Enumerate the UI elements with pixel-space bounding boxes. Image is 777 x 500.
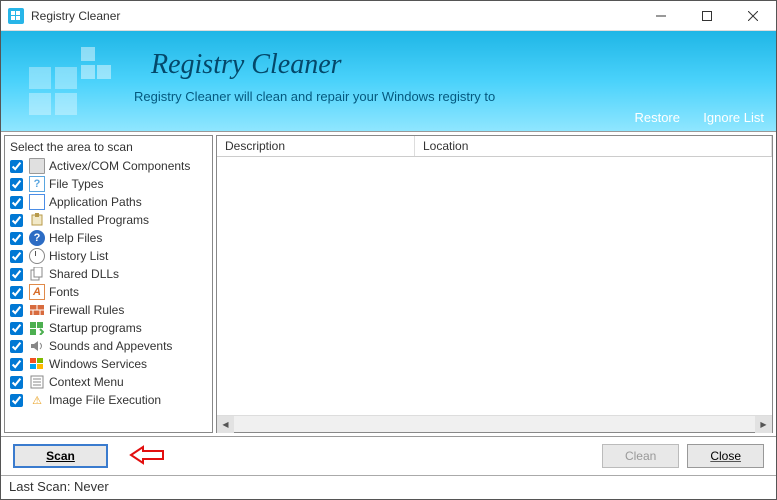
- scan-item-apppaths[interactable]: Application Paths: [5, 193, 212, 211]
- scan-item-label: Windows Services: [49, 357, 147, 371]
- scan-item-checkbox[interactable]: [10, 268, 23, 281]
- scan-button[interactable]: Scan: [13, 444, 108, 468]
- scan-item-label: Image File Execution: [49, 393, 161, 407]
- scan-item-context[interactable]: Context Menu: [5, 373, 212, 391]
- annotation-arrow-icon: [129, 444, 165, 469]
- scan-item-checkbox[interactable]: [10, 376, 23, 389]
- scan-item-checkbox[interactable]: [10, 160, 23, 173]
- restore-link[interactable]: Restore: [634, 110, 680, 125]
- scan-item-fonts[interactable]: A Fonts: [5, 283, 212, 301]
- close-button-footer[interactable]: Close: [687, 444, 764, 468]
- clean-button: Clean: [602, 444, 679, 468]
- scan-item-imagefile[interactable]: ⚠ Image File Execution: [5, 391, 212, 409]
- scan-item-checkbox[interactable]: [10, 232, 23, 245]
- content-area: Select the area to scan Activex/COM Comp…: [1, 131, 776, 437]
- minimize-button[interactable]: [638, 1, 684, 31]
- context-menu-icon: [29, 374, 45, 390]
- fonts-icon: A: [29, 284, 45, 300]
- scan-item-history[interactable]: History List: [5, 247, 212, 265]
- scan-item-checkbox[interactable]: [10, 214, 23, 227]
- sounds-icon: [29, 338, 45, 354]
- startup-icon: [29, 320, 45, 336]
- shared-dlls-icon: [29, 266, 45, 282]
- maximize-button[interactable]: [684, 1, 730, 31]
- scan-item-winservices[interactable]: Windows Services: [5, 355, 212, 373]
- scan-item-label: Sounds and Appevents: [49, 339, 172, 353]
- scan-item-installed[interactable]: Installed Programs: [5, 211, 212, 229]
- app-icon: [8, 8, 24, 24]
- history-icon: [29, 248, 45, 264]
- scan-item-label: Fonts: [49, 285, 79, 299]
- scroll-right-icon[interactable]: ▶: [755, 416, 772, 433]
- scan-item-startup[interactable]: Startup programs: [5, 319, 212, 337]
- scan-item-checkbox[interactable]: [10, 358, 23, 371]
- horizontal-scrollbar[interactable]: ◀ ▶: [217, 415, 772, 432]
- window-title: Registry Cleaner: [31, 9, 120, 23]
- scan-area-panel: Select the area to scan Activex/COM Comp…: [4, 135, 213, 433]
- application-paths-icon: [29, 194, 45, 210]
- scan-area-header: Select the area to scan: [5, 136, 212, 157]
- scan-item-checkbox[interactable]: [10, 340, 23, 353]
- banner: Registry Cleaner Registry Cleaner will c…: [1, 31, 776, 131]
- scan-item-checkbox[interactable]: [10, 250, 23, 263]
- warning-icon: ⚠: [29, 392, 45, 408]
- banner-subtitle: Registry Cleaner will clean and repair y…: [134, 89, 495, 104]
- results-list: [217, 157, 772, 415]
- file-types-icon: ?: [29, 176, 45, 192]
- banner-title: Registry Cleaner: [151, 49, 342, 81]
- installed-programs-icon: [29, 212, 45, 228]
- ignore-list-link[interactable]: Ignore List: [703, 110, 764, 125]
- scan-item-checkbox[interactable]: [10, 178, 23, 191]
- results-panel: Description Location ◀ ▶: [216, 135, 773, 433]
- scan-item-label: Context Menu: [49, 375, 124, 389]
- firewall-icon: [29, 302, 45, 318]
- scan-item-label: History List: [49, 249, 108, 263]
- titlebar: Registry Cleaner: [1, 1, 776, 31]
- scan-item-shared[interactable]: Shared DLLs: [5, 265, 212, 283]
- results-header: Description Location: [217, 136, 772, 157]
- scan-item-checkbox[interactable]: [10, 394, 23, 407]
- activex-icon: [29, 158, 45, 174]
- status-bar: Last Scan: Never: [1, 475, 776, 498]
- scan-item-checkbox[interactable]: [10, 286, 23, 299]
- footer: Scan Clean Close: [1, 437, 776, 475]
- scan-item-label: Startup programs: [49, 321, 142, 335]
- close-button[interactable]: [730, 1, 776, 31]
- scan-item-label: Activex/COM Components: [49, 159, 190, 173]
- scan-item-label: Shared DLLs: [49, 267, 119, 281]
- column-location[interactable]: Location: [415, 136, 772, 156]
- column-description[interactable]: Description: [217, 136, 415, 156]
- scroll-left-icon[interactable]: ◀: [217, 416, 234, 433]
- windows-services-icon: [29, 356, 45, 372]
- scan-item-firewall[interactable]: Firewall Rules: [5, 301, 212, 319]
- scan-item-help[interactable]: ? Help Files: [5, 229, 212, 247]
- scan-item-label: Application Paths: [49, 195, 142, 209]
- scan-item-label: Firewall Rules: [49, 303, 124, 317]
- scan-item-checkbox[interactable]: [10, 304, 23, 317]
- scan-item-label: File Types: [49, 177, 103, 191]
- scan-item-sounds[interactable]: Sounds and Appevents: [5, 337, 212, 355]
- help-icon: ?: [29, 230, 45, 246]
- scan-item-label: Installed Programs: [49, 213, 149, 227]
- scan-item-filetypes[interactable]: ? File Types: [5, 175, 212, 193]
- scan-item-activex[interactable]: Activex/COM Components: [5, 157, 212, 175]
- scan-item-label: Help Files: [49, 231, 102, 245]
- scan-item-checkbox[interactable]: [10, 322, 23, 335]
- last-scan-label: Last Scan: Never: [9, 479, 109, 494]
- scan-item-checkbox[interactable]: [10, 196, 23, 209]
